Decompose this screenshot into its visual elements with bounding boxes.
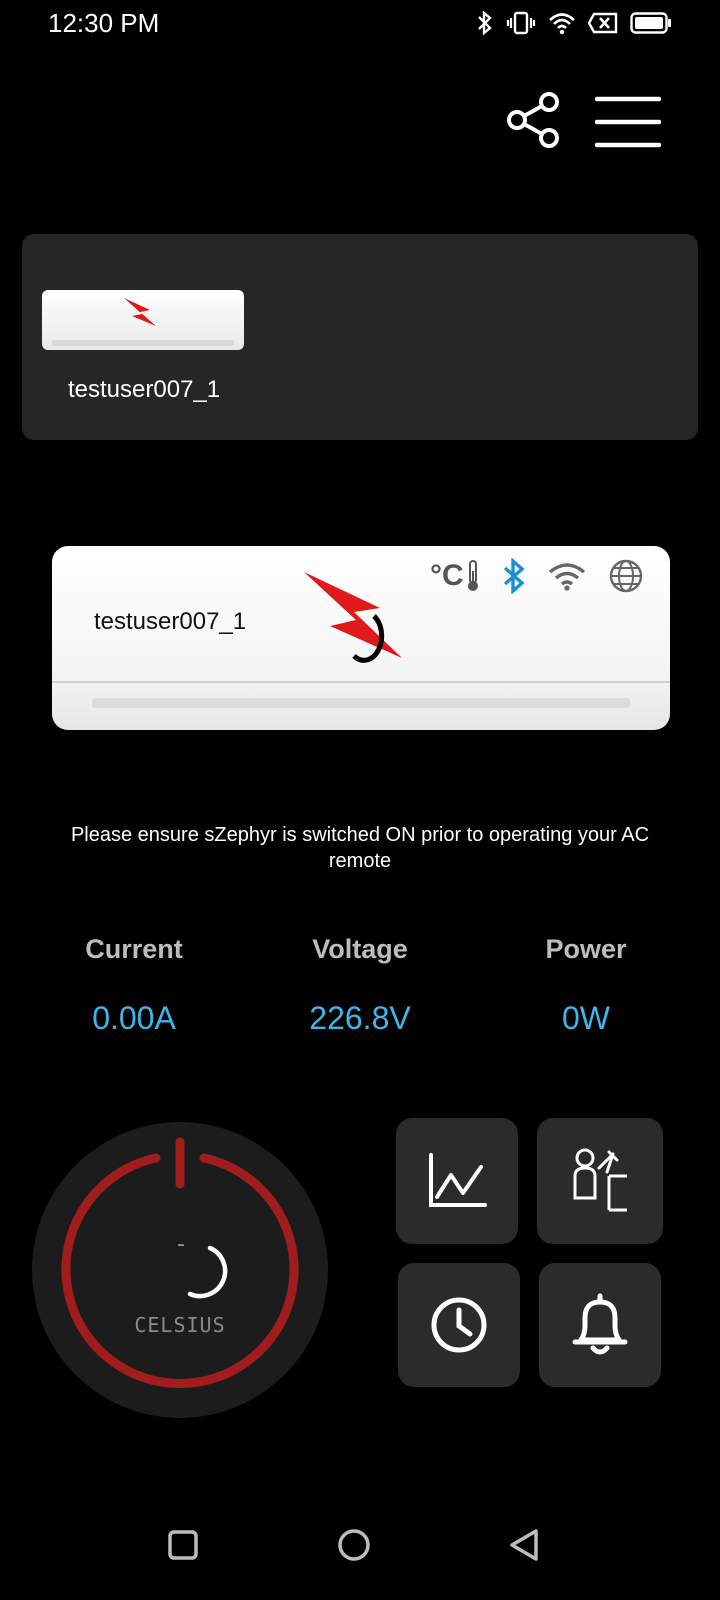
power-notice: Please ensure sZephyr is switched ON pri… xyxy=(70,824,650,872)
share-icon[interactable] xyxy=(505,90,565,150)
metric-label-current: Current xyxy=(85,934,183,964)
vibrate-icon xyxy=(506,11,536,35)
temperature-indicator: °C xyxy=(430,559,480,593)
status-time: 12:30 PM xyxy=(48,8,160,38)
thermometer-icon xyxy=(467,560,478,591)
maintenance-button[interactable] xyxy=(537,1118,663,1244)
usage-chart-button[interactable] xyxy=(396,1118,518,1244)
wifi-status-icon xyxy=(549,13,575,35)
notifications-button[interactable] xyxy=(539,1263,661,1387)
dial-unit-label: CELSIUS xyxy=(134,1313,226,1337)
ac-unit-illustration: testuser007_1 °C xyxy=(52,546,670,730)
metric-label-power: Power xyxy=(545,934,627,964)
ac-status-icons: °C xyxy=(430,558,644,594)
bluetooth-status-icon xyxy=(478,10,492,36)
schedule-button[interactable] xyxy=(398,1263,520,1387)
sim-icon xyxy=(588,12,618,34)
globe-icon xyxy=(609,559,642,593)
temp-unit-symbol: °C xyxy=(430,559,464,592)
bell-icon xyxy=(572,1293,628,1355)
chart-icon xyxy=(429,1153,487,1207)
ac-device-name: testuser007_1 xyxy=(94,608,247,635)
brand-logo-icon xyxy=(304,572,402,663)
device-thumbnail xyxy=(42,290,244,350)
clock-icon xyxy=(431,1297,487,1353)
menu-icon[interactable] xyxy=(595,95,661,149)
brand-logo-icon xyxy=(124,298,156,326)
recent-apps-icon[interactable] xyxy=(168,1530,198,1560)
metric-value-voltage: 226.8V xyxy=(309,1000,411,1036)
wifi-icon xyxy=(548,563,585,591)
maintenance-icon xyxy=(573,1148,627,1212)
device-name: testuser007_1 xyxy=(68,376,221,403)
device-card[interactable]: testuser007_1 xyxy=(22,234,698,440)
metric-label-voltage: Voltage xyxy=(312,934,408,964)
dial-temperature: - xyxy=(174,1232,188,1257)
bluetooth-icon xyxy=(503,558,525,594)
metric-value-power: 0W xyxy=(562,1000,610,1036)
power-dial[interactable] xyxy=(30,1120,330,1420)
home-icon[interactable] xyxy=(337,1528,371,1562)
back-icon[interactable] xyxy=(508,1528,542,1562)
metric-value-current: 0.00A xyxy=(92,1000,176,1036)
battery-icon xyxy=(630,12,671,34)
status-icons xyxy=(476,10,672,36)
